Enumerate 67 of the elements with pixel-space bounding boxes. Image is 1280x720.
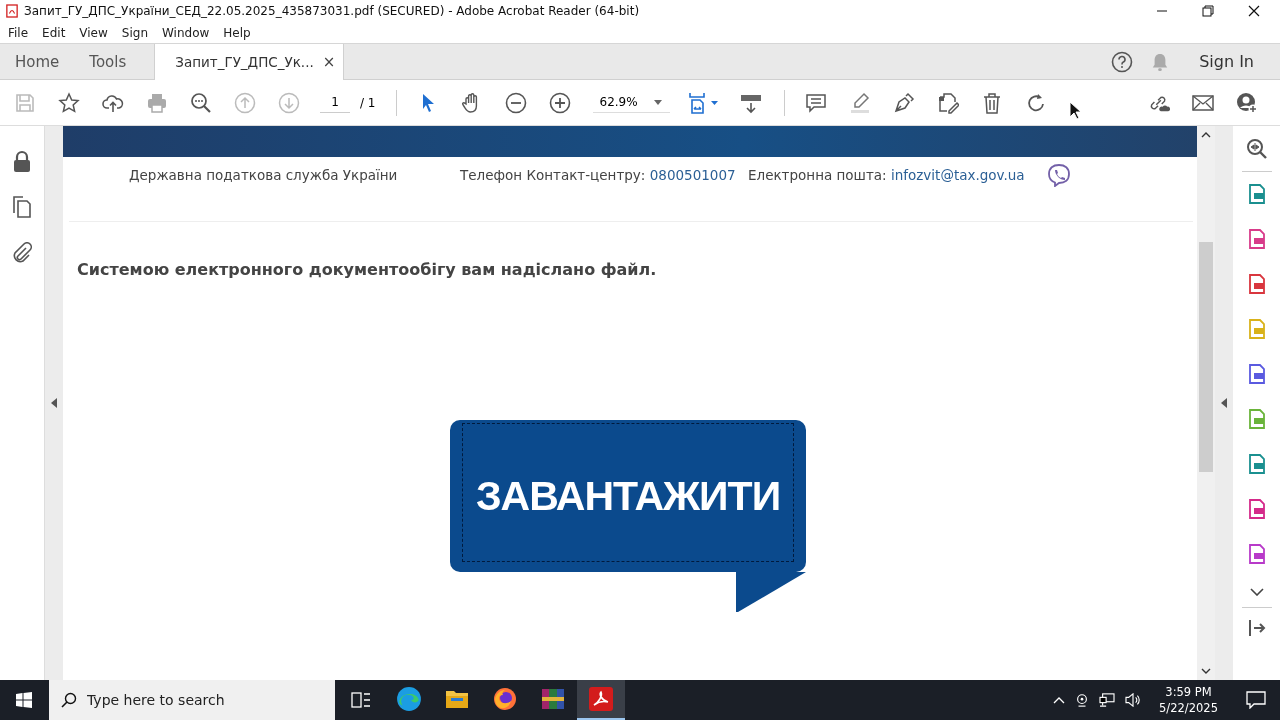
- organization-name: Державна податкова служба України: [129, 167, 398, 183]
- menu-item[interactable]: Window: [162, 25, 210, 40]
- fox-logo-icon: [493, 687, 517, 711]
- sign-in-button[interactable]: Sign In: [1199, 52, 1254, 71]
- add-user-icon[interactable]: [1236, 91, 1258, 114]
- phone-link[interactable]: 0800501007: [649, 167, 736, 183]
- pdf-file-icon: [6, 4, 18, 18]
- paperclip-icon[interactable]: [12, 242, 32, 264]
- page-total: / 1: [360, 95, 376, 110]
- zoom-dropdown[interactable]: 62.9%: [592, 92, 670, 113]
- scroll-down-icon[interactable]: [1201, 668, 1211, 674]
- clock-time[interactable]: 3:59 PM: [1165, 684, 1212, 700]
- tab[interactable]: Запит_ГУ_ДПС_Ук... ×: [154, 44, 345, 80]
- close-tab-button[interactable]: ×: [322, 53, 336, 71]
- email-label: Електронна пошта:: [748, 167, 887, 183]
- webcam-icon[interactable]: [1075, 693, 1090, 707]
- menu-item[interactable]: View: [79, 25, 108, 40]
- folder-icon: [445, 689, 469, 709]
- star-icon[interactable]: [58, 91, 80, 114]
- search-icon: [61, 692, 77, 708]
- taskbar-app[interactable]: [577, 680, 625, 720]
- email-link[interactable]: infozvit@tax.gov.ua: [890, 167, 1025, 183]
- network-icon[interactable]: [1099, 693, 1116, 707]
- message-text: Системою електронного документообігу вам надіслано файл.: [77, 260, 658, 279]
- zoom-icon[interactable]: [1245, 138, 1268, 160]
- help-icon[interactable]: [1111, 50, 1134, 73]
- fit-page-icon[interactable]: [687, 91, 720, 114]
- viber-icon[interactable]: [1047, 163, 1071, 187]
- more-tools-icon[interactable]: [1249, 588, 1264, 596]
- tab[interactable]: Home: [0, 44, 75, 79]
- task-view-icon[interactable]: [351, 691, 371, 709]
- phone-label: Телефон Контакт-центру:: [460, 167, 646, 183]
- zoom-out-icon[interactable]: [504, 91, 527, 114]
- windows-start-icon[interactable]: [16, 692, 32, 708]
- notification-icon[interactable]: [1246, 691, 1266, 709]
- books-stack-icon: [541, 687, 565, 711]
- menu-item[interactable]: File: [8, 25, 29, 40]
- chevron-up-icon[interactable]: [1053, 696, 1066, 704]
- page-number-field[interactable]: 1: [320, 92, 350, 113]
- mouse-cursor-icon: [1068, 100, 1081, 121]
- expand-left-panel-icon[interactable]: [51, 398, 57, 408]
- taskbar-search-field[interactable]: Type here to search: [49, 680, 335, 720]
- collapse-right-panel-icon[interactable]: [1221, 398, 1227, 408]
- search-icon[interactable]: [190, 91, 212, 114]
- tab[interactable]: Tools: [74, 44, 155, 79]
- document-edit-icon[interactable]: [936, 91, 959, 114]
- caret-icon: [653, 99, 662, 105]
- download-button[interactable]: ЗАВАНТАЖИТИ: [450, 420, 806, 572]
- zoom-in-icon[interactable]: [548, 91, 571, 114]
- restore-icon[interactable]: [1202, 5, 1214, 17]
- window-title: Запит_ГУ_ДПС_України_СЕД_22.05.2025_435873031.pdf (SECURED) - Adobe Acrobat Reader (64-bit): [24, 4, 640, 18]
- lock-icon[interactable]: [12, 150, 32, 172]
- menu-item[interactable]: Edit: [42, 25, 66, 40]
- collapse-panel-icon[interactable]: [1247, 619, 1266, 637]
- pages-icon[interactable]: [12, 196, 32, 218]
- clock-date[interactable]: 5/22/2025: [1159, 700, 1218, 716]
- speaker-icon[interactable]: [1125, 693, 1142, 707]
- menu-item[interactable]: Sign: [121, 25, 148, 40]
- speech-tail: [736, 572, 806, 612]
- vertical-scrollbar[interactable]: [1197, 126, 1215, 680]
- highlighter-icon[interactable]: [848, 91, 871, 114]
- close-icon[interactable]: [1248, 5, 1260, 17]
- menu-item[interactable]: Help: [223, 25, 251, 40]
- scroll-up-icon[interactable]: [1201, 132, 1211, 138]
- pen-icon[interactable]: [892, 91, 915, 114]
- wave-logo-icon: [396, 686, 422, 712]
- pdf-app-icon: [589, 687, 613, 711]
